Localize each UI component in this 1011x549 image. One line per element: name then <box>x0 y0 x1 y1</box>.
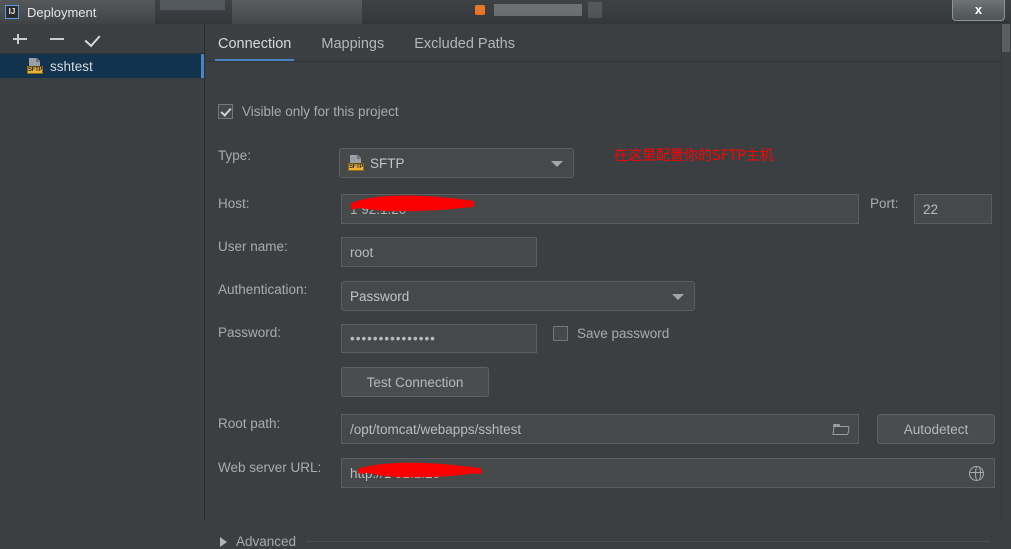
open-in-browser-button[interactable] <box>963 460 989 486</box>
root-path-value: /opt/tomcat/webapps/sshtest <box>350 421 522 437</box>
sftp-type-icon-tag: SFTP <box>348 163 364 171</box>
user-name-label-row: User name: <box>218 239 288 254</box>
window-title: Deployment <box>27 4 97 20</box>
type-label-row: Type: <box>218 148 251 163</box>
root-path-label-row: Root path: <box>218 416 280 431</box>
deployment-dialog: Deployment x SFTP sshtest Connection Map… <box>0 0 1011 549</box>
scrollbar-thumb[interactable] <box>1002 24 1010 52</box>
autodetect-button[interactable]: Autodetect <box>877 414 995 444</box>
background-app-icon <box>475 5 485 15</box>
intellij-idea-icon <box>5 5 19 19</box>
sidebar-toolbar <box>0 24 204 54</box>
port-label: Port: <box>870 196 899 211</box>
root-path-label: Root path: <box>218 416 281 431</box>
annotation-text: 在这里配置你的SFTP主机 <box>614 148 774 164</box>
authentication-label-row: Authentication: <box>218 282 307 297</box>
user-name-value: root <box>350 244 374 260</box>
authentication-value: Password <box>350 288 410 304</box>
port-value: 22 <box>923 201 939 217</box>
type-label: Type: <box>218 148 252 163</box>
authentication-label: Authentication: <box>218 282 308 297</box>
web-server-url-label: Web server URL: <box>218 460 322 475</box>
tab-excluded-paths[interactable]: Excluded Paths <box>414 24 515 62</box>
host-label-row: Host: <box>218 196 250 211</box>
close-button[interactable]: x <box>952 0 1005 21</box>
root-path-browse-button[interactable] <box>828 416 854 442</box>
selection-accent <box>201 54 204 78</box>
chevron-down-icon <box>551 161 563 167</box>
set-default-server-button[interactable] <box>84 29 104 49</box>
web-server-url-input[interactable]: http://1 92.1.20 <box>341 458 995 488</box>
sftp-server-icon: SFTP <box>27 58 43 74</box>
advanced-section-toggle[interactable]: Advanced <box>220 534 990 549</box>
tab-connection[interactable]: Connection <box>214 24 295 62</box>
test-connection-button[interactable]: Test Connection <box>341 367 489 397</box>
remove-server-button[interactable] <box>47 29 67 49</box>
background-window-button <box>588 2 602 18</box>
title-bar: Deployment x <box>0 0 1011 24</box>
user-name-input[interactable]: root <box>341 237 537 267</box>
tab-bar: Connection Mappings Excluded Paths <box>205 24 1011 62</box>
root-path-input[interactable]: /opt/tomcat/webapps/sshtest <box>341 414 859 444</box>
server-list: SFTP sshtest <box>0 54 204 78</box>
folder-icon <box>833 423 849 435</box>
advanced-label: Advanced <box>236 534 297 549</box>
host-input[interactable]: 1 92.1.20 <box>341 194 859 224</box>
sftp-icon-tag: SFTP <box>27 66 43 74</box>
chevron-down-icon-auth <box>672 294 684 300</box>
save-password-checkbox[interactable] <box>553 326 568 341</box>
sidebar-item-label: sshtest <box>50 58 93 74</box>
password-label-row: Password: <box>218 325 281 340</box>
sftp-type-icon: SFTP <box>348 155 364 171</box>
web-server-url-label-row: Web server URL: <box>218 460 321 475</box>
password-input[interactable]: ••••••••••••••• <box>341 324 537 353</box>
vertical-scrollbar[interactable] <box>1001 24 1011 521</box>
save-password-label: Save password <box>577 326 670 341</box>
add-server-button[interactable] <box>10 29 30 49</box>
host-label: Host: <box>218 196 250 211</box>
connection-panel: Connection Mappings Excluded Paths Visib… <box>205 24 1011 549</box>
sidebar-item-sshtest[interactable]: SFTP sshtest <box>0 54 204 78</box>
advanced-separator <box>306 541 990 542</box>
host-value: 1 92.1.20 <box>350 201 407 217</box>
server-list-sidebar: SFTP sshtest <box>0 24 205 521</box>
type-combobox[interactable]: SFTP SFTP <box>339 148 574 178</box>
password-value: ••••••••••••••• <box>350 331 436 346</box>
background-window-title <box>494 4 582 16</box>
web-server-url-value: http://1 92.1.20 <box>350 465 441 481</box>
tab-bar-underline <box>205 61 1011 62</box>
title-bar-left: Deployment <box>0 0 155 24</box>
type-value: SFTP <box>370 155 405 171</box>
visible-only-label: Visible only for this project <box>242 104 399 119</box>
background-window-chrome-c <box>232 0 602 24</box>
user-name-label: User name: <box>218 239 288 254</box>
tab-mappings[interactable]: Mappings <box>321 24 384 62</box>
authentication-combobox[interactable]: Password <box>341 281 695 311</box>
port-label-row: Port: <box>870 196 899 211</box>
chevron-right-icon <box>220 536 227 547</box>
background-window-chrome-b <box>160 0 225 10</box>
port-input[interactable]: 22 <box>914 194 992 224</box>
password-label: Password: <box>218 325 282 340</box>
visible-only-checkbox[interactable] <box>218 104 233 119</box>
visible-only-row: Visible only for this project <box>218 104 399 119</box>
globe-icon <box>968 465 984 481</box>
save-password-row: Save password <box>553 326 669 341</box>
